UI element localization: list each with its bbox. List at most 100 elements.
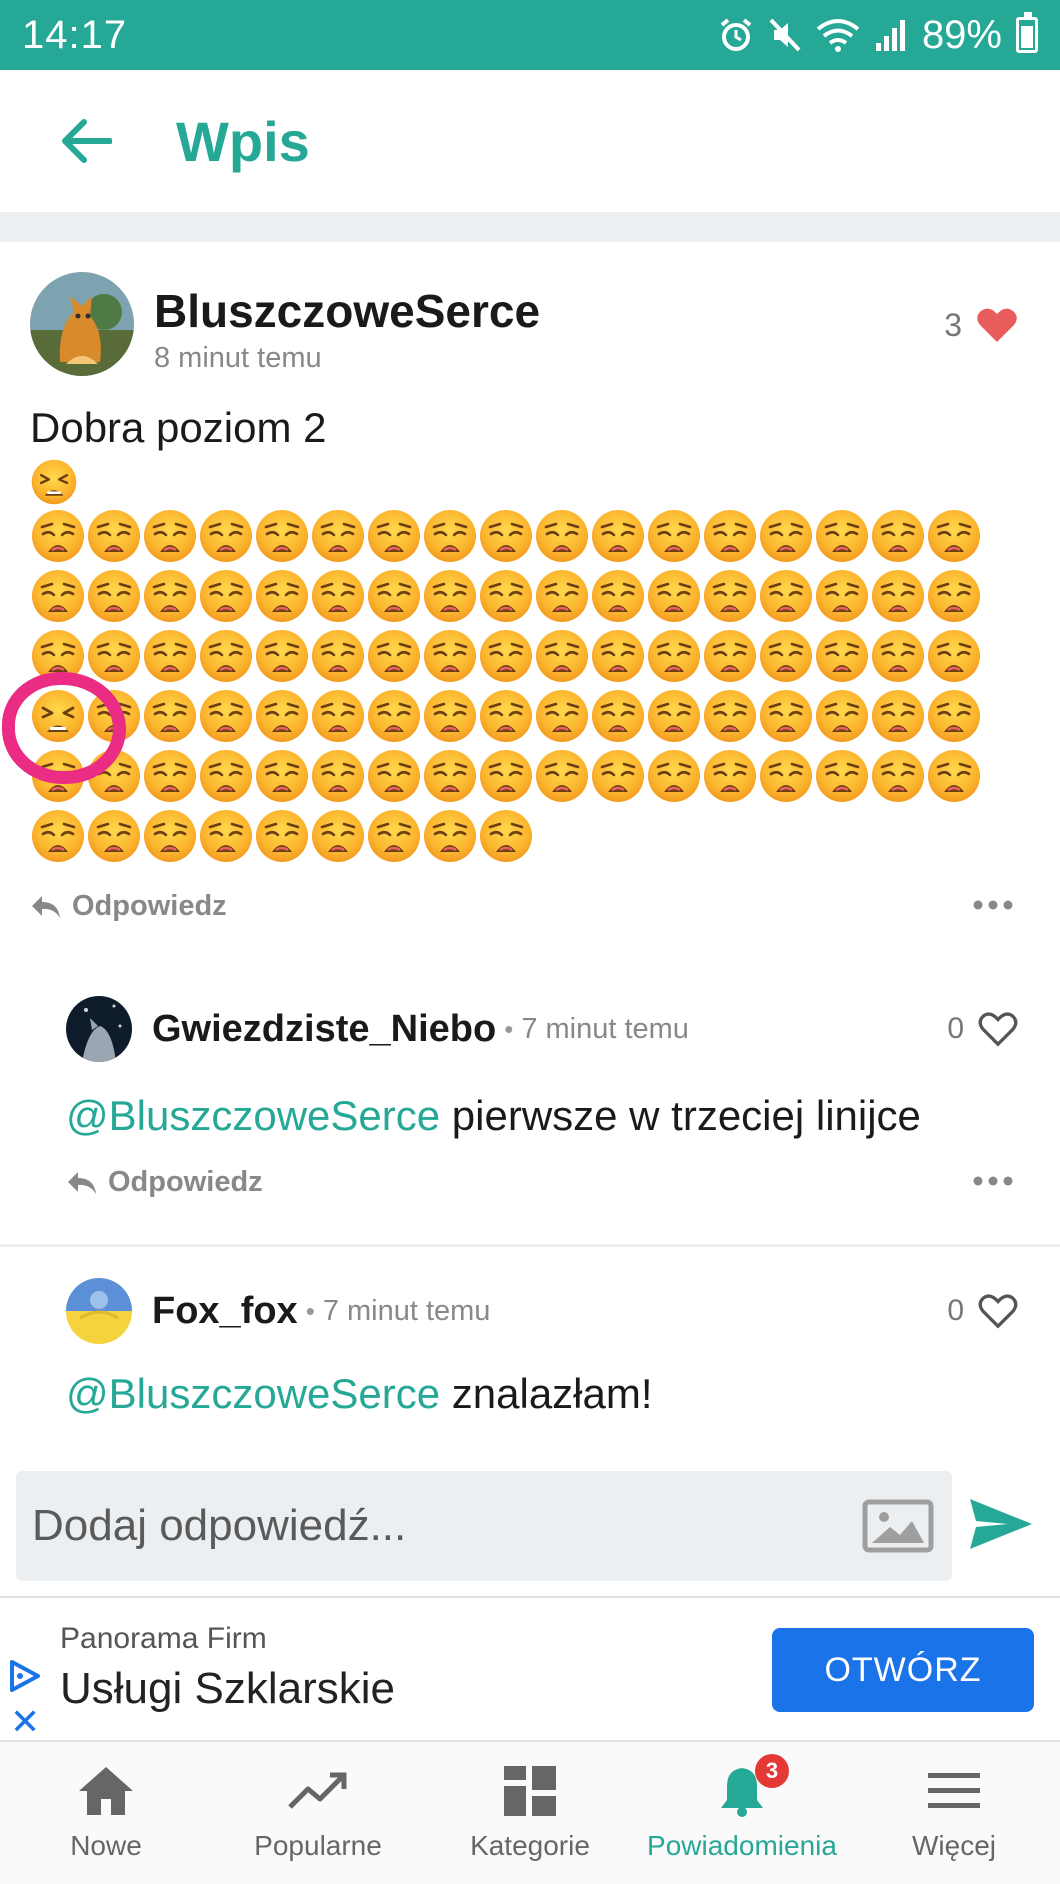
weary-face-emoji	[702, 688, 758, 744]
weary-face-emoji	[142, 688, 198, 744]
weary-face-emoji	[366, 748, 422, 804]
post-likes[interactable]: 3	[944, 306, 1018, 344]
weary-face-emoji	[870, 688, 926, 744]
ad-brand: Panorama Firm	[60, 1622, 267, 1655]
weary-face-emoji	[814, 748, 870, 804]
weary-face-emoji	[926, 748, 982, 804]
weary-face-emoji	[86, 748, 142, 804]
comment: Gwiezdziste_Niebo • 7 minut temu 0 @Blus…	[0, 996, 1060, 1199]
nav-item-powiadomienia[interactable]: 3 Powiadomienia	[636, 1742, 848, 1884]
nav-item-nowe[interactable]: Nowe	[0, 1742, 212, 1884]
post-author[interactable]: BluszczoweSerce	[154, 284, 540, 338]
emoji-grid	[30, 458, 1030, 868]
more-options-button[interactable]	[972, 898, 1014, 916]
comment-author[interactable]: Fox_fox	[152, 1290, 298, 1333]
weary-face-emoji	[30, 748, 86, 804]
reply-input-box[interactable]	[16, 1471, 952, 1581]
avatar[interactable]	[30, 272, 134, 376]
weary-face-emoji	[646, 748, 702, 804]
weary-face-emoji	[198, 748, 254, 804]
more-options-button[interactable]	[972, 1174, 1014, 1192]
weary-face-emoji	[534, 508, 590, 564]
weary-face-emoji	[142, 748, 198, 804]
reply-label: Odpowiedz	[72, 890, 227, 922]
emoji-row	[30, 808, 1030, 868]
comment-likes[interactable]: 0	[947, 1011, 1018, 1047]
like-count: 0	[947, 1294, 964, 1327]
weary-face-emoji	[478, 748, 534, 804]
weary-face-emoji	[310, 628, 366, 684]
weary-face-emoji	[366, 808, 422, 864]
send-button[interactable]	[968, 1497, 1034, 1556]
weary-face-emoji	[702, 748, 758, 804]
send-icon	[970, 1498, 1032, 1549]
mention-link[interactable]: @BluszczoweSerce	[66, 1092, 440, 1139]
nav-label: Więcej	[911, 1830, 996, 1861]
heart-outline-icon[interactable]	[978, 1293, 1018, 1329]
post-timestamp: 8 minut temu	[154, 342, 322, 374]
nav-item-wiecej[interactable]: Więcej	[848, 1742, 1060, 1884]
weary-face-emoji	[310, 808, 366, 864]
weary-face-emoji	[366, 688, 422, 744]
bell-icon: 3	[717, 1754, 789, 1822]
weary-face-emoji	[758, 508, 814, 564]
weary-face-emoji	[30, 628, 86, 684]
weary-face-emoji	[590, 748, 646, 804]
weary-face-emoji	[142, 628, 198, 684]
weary-face-emoji	[310, 748, 366, 804]
avatar[interactable]	[66, 1278, 132, 1344]
adchoices-icon[interactable]	[8, 1658, 42, 1699]
reply-icon	[68, 1171, 96, 1194]
weary-face-emoji	[646, 568, 702, 624]
reply-input-bar	[0, 1456, 1060, 1596]
nav-item-kategorie[interactable]: Kategorie	[424, 1742, 636, 1884]
comment-header: Fox_fox • 7 minut temu 0	[66, 1278, 1030, 1344]
weary-face-emoji	[86, 628, 142, 684]
heart-outline-icon[interactable]	[978, 1011, 1018, 1047]
weary-face-emoji	[758, 688, 814, 744]
wifi-icon	[816, 17, 860, 53]
weary-face-emoji	[86, 688, 142, 744]
weary-face-emoji	[86, 568, 142, 624]
mention-link[interactable]: @BluszczoweSerce	[66, 1370, 440, 1417]
weary-face-emoji	[926, 688, 982, 744]
attach-image-button[interactable]	[862, 1499, 934, 1553]
weary-face-emoji	[254, 688, 310, 744]
weary-face-emoji	[478, 568, 534, 624]
ad-headline[interactable]: Usługi Szklarskie	[60, 1664, 395, 1714]
more-dots-icon	[973, 1176, 1013, 1185]
weary-face-emoji	[646, 508, 702, 564]
comment-text: znalazłam!	[440, 1370, 653, 1417]
reply-input[interactable]	[32, 1501, 862, 1551]
weary-face-emoji	[30, 508, 86, 564]
grid-icon	[502, 1760, 558, 1822]
nav-label: Nowe	[70, 1830, 142, 1861]
weary-face-emoji	[870, 628, 926, 684]
like-count: 0	[947, 1012, 964, 1045]
weary-face-emoji	[814, 628, 870, 684]
alarm-icon	[718, 17, 754, 53]
comment-author[interactable]: Gwiezdziste_Niebo	[152, 1008, 496, 1051]
comment-likes[interactable]: 0	[947, 1293, 1018, 1329]
signal-icon	[874, 17, 908, 53]
weary-face-emoji	[422, 688, 478, 744]
avatar[interactable]	[66, 996, 132, 1062]
reply-button[interactable]: Odpowiedz	[30, 890, 227, 923]
weary-face-emoji	[870, 568, 926, 624]
weary-face-emoji	[254, 748, 310, 804]
weary-face-emoji	[30, 568, 86, 624]
comment-body: @BluszczoweSerce pierwsze w trzeciej lin…	[66, 1092, 1030, 1140]
post-body: Dobra poziom 2	[30, 404, 1030, 868]
close-icon[interactable]: ✕	[10, 1704, 40, 1740]
ad-banner[interactable]: ✕ Panorama Firm Usługi Szklarskie OTWÓRZ	[0, 1596, 1060, 1742]
emoji-row	[30, 748, 1030, 808]
nav-item-popularne[interactable]: Popularne	[212, 1742, 424, 1884]
ad-cta-button[interactable]: OTWÓRZ	[772, 1628, 1034, 1712]
reply-button[interactable]: Odpowiedz	[66, 1166, 263, 1199]
emoji-row	[30, 628, 1030, 688]
emoji-row	[30, 568, 1030, 628]
heart-filled-icon[interactable]	[976, 306, 1018, 344]
back-button[interactable]	[56, 111, 116, 171]
arrow-left-icon	[62, 119, 112, 163]
comment: Fox_fox • 7 minut temu 0 @BluszczoweSerc…	[0, 1278, 1060, 1418]
